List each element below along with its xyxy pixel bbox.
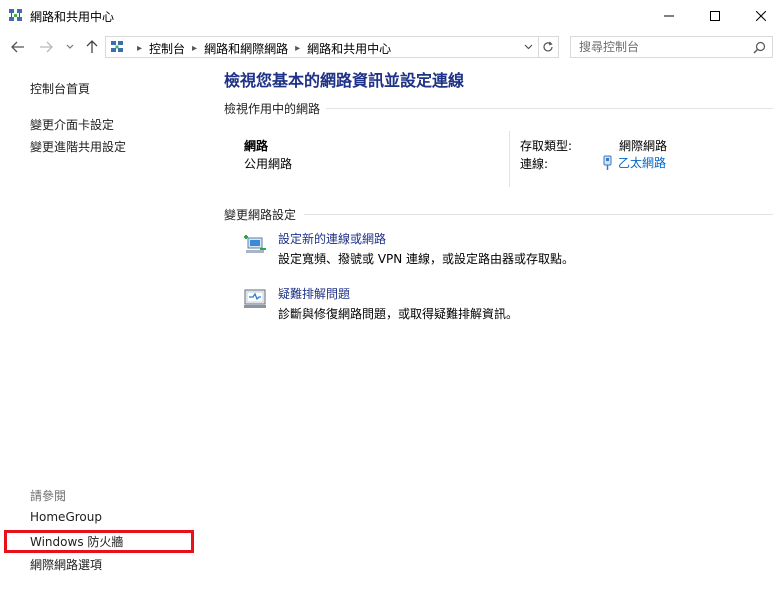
minimize-icon	[664, 15, 674, 16]
troubleshoot-icon	[243, 287, 267, 311]
new-connection-icon	[243, 232, 267, 256]
chevron-right-icon[interactable]: ▸	[295, 43, 300, 54]
search-icon[interactable]	[753, 41, 766, 57]
arrow-right-icon	[40, 41, 53, 53]
sidebar-item-change-adapter-settings[interactable]: 變更介面卡設定	[30, 116, 114, 133]
main-content: 檢視您基本的網路資訊並設定連線 檢視作用中的網路 網路 公用網路 存取類型: 網…	[205, 63, 784, 591]
chevron-right-icon[interactable]: ▸	[192, 43, 197, 54]
navigation-bar: ▸ 控制台 ▸ 網路和網際網路 ▸ 網路和共用中心	[0, 31, 784, 63]
back-button[interactable]	[10, 39, 26, 55]
vertical-divider	[509, 131, 510, 187]
task-troubleshoot: 疑難排解問題 診斷與修復網路問題，或取得疑難排解資訊。	[243, 285, 763, 325]
refresh-button[interactable]	[538, 36, 559, 58]
maximize-button[interactable]	[692, 0, 738, 31]
setup-new-connection-desc: 設定寬頻、撥號或 VPN 連線，或設定路由器或存取點。	[278, 252, 575, 266]
up-button[interactable]	[84, 39, 100, 55]
chevron-down-icon	[66, 44, 74, 49]
network-center-icon	[8, 8, 23, 23]
setup-new-connection-link[interactable]: 設定新的連線或網路	[278, 230, 386, 247]
access-type-value: 網際網路	[619, 139, 668, 153]
section-divider	[326, 108, 773, 109]
search-box[interactable]	[570, 36, 773, 58]
chevron-down-icon	[524, 44, 532, 50]
maximize-icon	[710, 10, 720, 21]
see-also-homegroup[interactable]: HomeGroup	[30, 510, 102, 524]
change-settings-heading: 變更網路設定	[224, 208, 297, 222]
ethernet-connection-label[interactable]: 乙太網路	[618, 154, 666, 171]
control-panel-icon	[110, 40, 124, 54]
network-category[interactable]: 公用網路	[244, 155, 292, 172]
sidebar-item-control-panel-home[interactable]: 控制台首頁	[30, 80, 90, 97]
arrow-left-icon	[11, 41, 24, 53]
troubleshoot-problems-link[interactable]: 疑難排解問題	[278, 285, 350, 302]
refresh-icon	[543, 41, 553, 52]
breadcrumb-item-network-internet[interactable]: 網路和網際網路	[204, 40, 288, 57]
page-title: 檢視您基本的網路資訊並設定連線	[224, 71, 465, 90]
see-also-heading: 請參閱	[30, 489, 67, 503]
section-divider	[304, 214, 773, 215]
troubleshoot-problems-desc: 診斷與修復網路問題，或取得疑難排解資訊。	[278, 307, 519, 321]
address-dropdown-button[interactable]	[519, 37, 537, 57]
task-new-connection: 設定新的連線或網路 設定寬頻、撥號或 VPN 連線，或設定路由器或存取點。	[243, 230, 763, 270]
search-input[interactable]	[571, 37, 751, 57]
window-title: 網路和共用中心	[30, 10, 115, 24]
sidebar-item-change-advanced-sharing[interactable]: 變更進階共用設定	[30, 138, 126, 155]
ethernet-icon	[603, 155, 612, 170]
active-networks-heading: 檢視作用中的網路	[224, 102, 321, 116]
ethernet-connection-link[interactable]: 乙太網路	[603, 154, 666, 171]
recent-locations-button[interactable]	[64, 39, 76, 55]
access-type-label: 存取類型:	[520, 139, 573, 153]
chevron-right-icon: ▸	[137, 43, 143, 54]
see-also-windows-firewall[interactable]: Windows 防火牆	[30, 533, 123, 550]
network-name: 網路	[244, 139, 269, 153]
connections-label: 連線:	[520, 157, 549, 171]
minimize-button[interactable]	[646, 0, 692, 31]
see-also-internet-options[interactable]: 網際網路選項	[30, 556, 102, 573]
close-button[interactable]	[738, 0, 784, 31]
breadcrumb: ▸ 控制台 ▸ 網路和網際網路 ▸ 網路和共用中心	[130, 40, 391, 57]
address-bar[interactable]: ▸ 控制台 ▸ 網路和網際網路 ▸ 網路和共用中心	[105, 36, 539, 58]
breadcrumb-item-network-sharing-center[interactable]: 網路和共用中心	[307, 40, 391, 57]
title-bar: 網路和共用中心	[0, 0, 784, 31]
arrow-up-icon	[86, 40, 98, 53]
forward-button[interactable]	[38, 39, 54, 55]
close-icon	[756, 10, 766, 21]
sidebar: 控制台首頁 變更介面卡設定 變更進階共用設定 請參閱 HomeGroup Win…	[0, 63, 205, 591]
breadcrumb-item-control-panel[interactable]: 控制台	[149, 40, 185, 57]
